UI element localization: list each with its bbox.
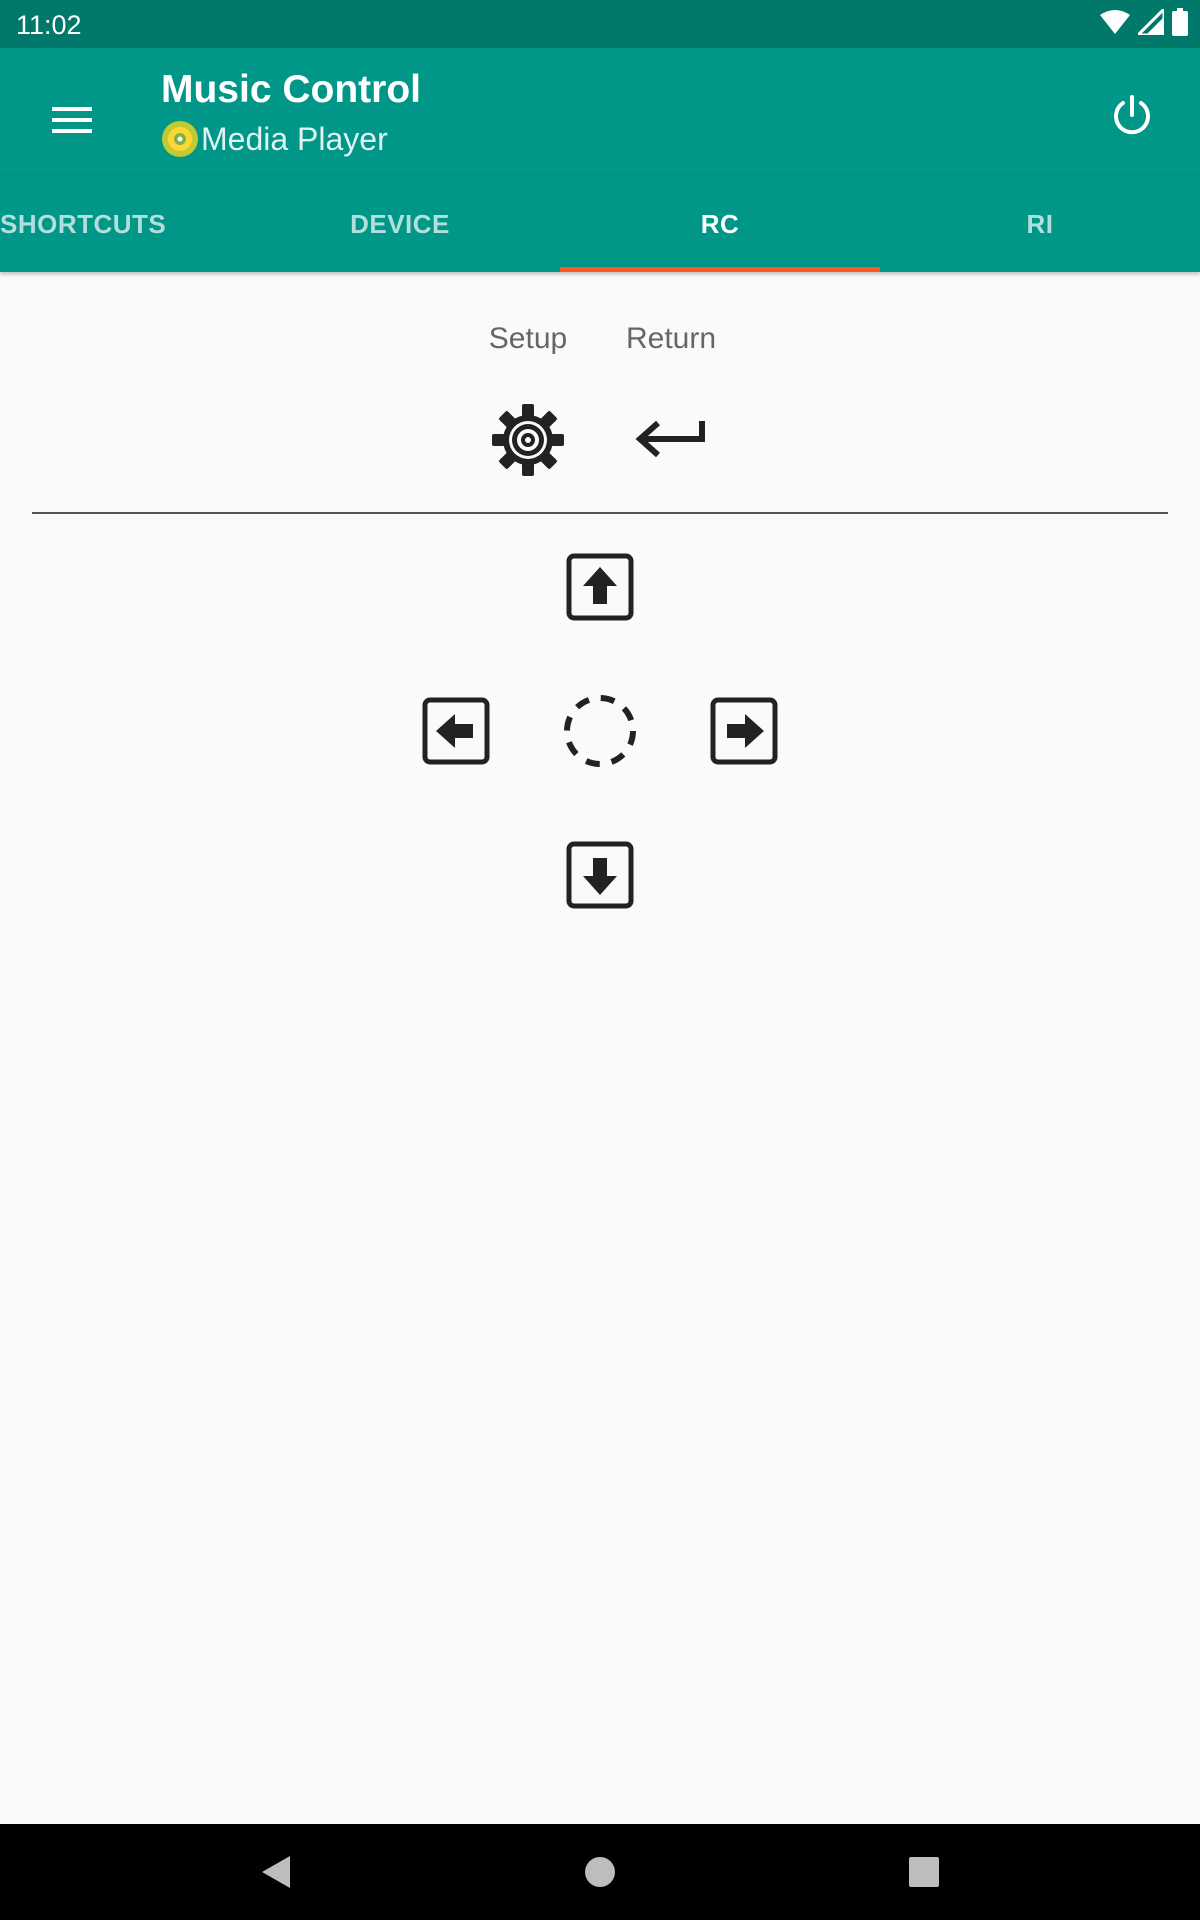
cell-signal-icon [1134,4,1166,40]
setup-label: Setup [488,322,568,355]
return-arrow-icon[interactable] [630,400,710,480]
gear-icon[interactable] [488,400,568,480]
arrow-right-box-icon[interactable] [704,691,784,771]
disc-icon [161,120,199,158]
app-subtitle-text: Media Player [201,120,388,157]
return-label: Return [625,322,717,355]
hamburger-menu-icon[interactable] [40,88,104,152]
tab-shortcuts[interactable]: SHORTCUTS [0,176,166,272]
status-icons [1100,4,1188,41]
app-bar: Music Control Media Player [0,48,1200,176]
status-time: 11:02 [16,10,82,40]
dashed-circle-icon[interactable] [560,691,640,771]
back-triangle-icon[interactable] [252,1848,300,1896]
tab-bar: SHORTCUTS DEVICE RC RI [0,176,1200,272]
tab-ri[interactable]: RI [880,176,1200,272]
home-circle-icon[interactable] [576,1848,624,1896]
status-bar: 11:02 [0,0,1200,48]
app-subtitle: Media Player [161,120,388,158]
tab-rc[interactable]: RC [560,176,880,272]
arrow-up-box-icon[interactable] [560,547,640,627]
battery-icon [1172,7,1188,41]
rc-top-controls: Setup Return [0,272,1200,512]
divider [32,512,1168,514]
tab-device[interactable]: DEVICE [240,176,560,272]
power-icon[interactable] [1104,88,1160,144]
app-title: Music Control [161,68,421,111]
arrow-left-box-icon[interactable] [416,691,496,771]
recents-square-icon[interactable] [900,1848,948,1896]
screen: 11:02 Music Control Media Player SHORTCU… [0,0,1200,1920]
wifi-icon [1100,9,1130,40]
arrow-down-box-icon[interactable] [560,835,640,915]
navigation-bar [0,1824,1200,1920]
